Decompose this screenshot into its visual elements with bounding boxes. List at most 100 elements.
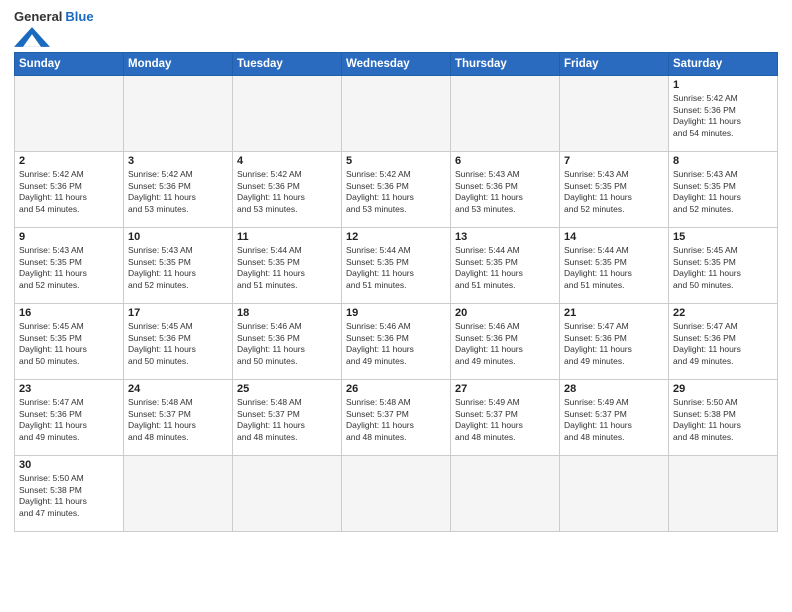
day-info: Sunrise: 5:44 AM Sunset: 5:35 PM Dayligh… [564,245,664,291]
day-info: Sunrise: 5:49 AM Sunset: 5:37 PM Dayligh… [455,397,555,443]
calendar-day-cell: 8 Sunrise: 5:43 AM Sunset: 5:35 PM Daylig… [669,152,778,228]
calendar-day-cell [560,76,669,152]
calendar-day-cell: 18 Sunrise: 5:46 AM Sunset: 5:36 PM Dayli… [233,304,342,380]
day-number: 27 [455,383,555,395]
day-number: 7 [564,155,664,167]
calendar-day-cell: 27 Sunrise: 5:49 AM Sunset: 5:37 PM Dayli… [451,380,560,456]
calendar-day-cell: 1 Sunrise: 5:42 AM Sunset: 5:36 PM Daylig… [669,76,778,152]
day-info: Sunrise: 5:43 AM Sunset: 5:35 PM Dayligh… [19,245,119,291]
day-info: Sunrise: 5:44 AM Sunset: 5:35 PM Dayligh… [237,245,337,291]
calendar-day-cell: 25 Sunrise: 5:48 AM Sunset: 5:37 PM Dayli… [233,380,342,456]
calendar-day-cell [124,456,233,532]
day-number: 25 [237,383,337,395]
calendar-day-cell [342,456,451,532]
day-info: Sunrise: 5:48 AM Sunset: 5:37 PM Dayligh… [237,397,337,443]
day-number: 1 [673,79,773,91]
day-info: Sunrise: 5:49 AM Sunset: 5:37 PM Dayligh… [564,397,664,443]
calendar-day-cell: 28 Sunrise: 5:49 AM Sunset: 5:37 PM Dayli… [560,380,669,456]
calendar-day-cell: 19 Sunrise: 5:46 AM Sunset: 5:36 PM Dayli… [342,304,451,380]
day-info: Sunrise: 5:46 AM Sunset: 5:36 PM Dayligh… [237,321,337,367]
day-info: Sunrise: 5:46 AM Sunset: 5:36 PM Dayligh… [455,321,555,367]
weekday-header-friday: Friday [560,53,669,76]
day-number: 11 [237,231,337,243]
day-info: Sunrise: 5:42 AM Sunset: 5:36 PM Dayligh… [19,169,119,215]
day-info: Sunrise: 5:50 AM Sunset: 5:38 PM Dayligh… [673,397,773,443]
calendar-day-cell [233,76,342,152]
day-info: Sunrise: 5:48 AM Sunset: 5:37 PM Dayligh… [128,397,228,443]
day-number: 8 [673,155,773,167]
header: General Blue [14,10,778,48]
day-number: 9 [19,231,119,243]
day-info: Sunrise: 5:45 AM Sunset: 5:36 PM Dayligh… [128,321,228,367]
calendar-day-cell: 21Sunrise: 5:47 AM Sunset: 5:36 PM Dayli… [560,304,669,380]
day-info: Sunrise: 5:47 AM Sunset: 5:36 PM Dayligh… [564,321,664,367]
calendar-day-cell [124,76,233,152]
calendar-day-cell [451,76,560,152]
calendar-week-row: 2Sunrise: 5:42 AM Sunset: 5:36 PM Daylig… [15,152,778,228]
calendar-day-cell: 6 Sunrise: 5:43 AM Sunset: 5:36 PM Daylig… [451,152,560,228]
calendar-day-cell: 14Sunrise: 5:44 AM Sunset: 5:35 PM Dayli… [560,228,669,304]
day-number: 12 [346,231,446,243]
day-info: Sunrise: 5:42 AM Sunset: 5:36 PM Dayligh… [346,169,446,215]
day-info: Sunrise: 5:44 AM Sunset: 5:35 PM Dayligh… [346,245,446,291]
day-number: 30 [19,459,119,471]
day-number: 20 [455,307,555,319]
calendar-day-cell: 12 Sunrise: 5:44 AM Sunset: 5:35 PM Dayli… [342,228,451,304]
day-number: 28 [564,383,664,395]
day-number: 24 [128,383,228,395]
day-number: 23 [19,383,119,395]
weekday-header-tuesday: Tuesday [233,53,342,76]
calendar-day-cell [560,456,669,532]
day-info: Sunrise: 5:43 AM Sunset: 5:36 PM Dayligh… [455,169,555,215]
day-info: Sunrise: 5:44 AM Sunset: 5:35 PM Dayligh… [455,245,555,291]
day-number: 26 [346,383,446,395]
logo-area: General Blue [14,10,94,48]
calendar-day-cell: 10 Sunrise: 5:43 AM Sunset: 5:35 PM Dayli… [124,228,233,304]
day-info: Sunrise: 5:43 AM Sunset: 5:35 PM Dayligh… [564,169,664,215]
calendar-day-cell: 15Sunrise: 5:45 AM Sunset: 5:35 PM Dayli… [669,228,778,304]
calendar-table: SundayMondayTuesdayWednesdayThursdayFrid… [14,52,778,532]
weekday-header-saturday: Saturday [669,53,778,76]
day-info: Sunrise: 5:46 AM Sunset: 5:36 PM Dayligh… [346,321,446,367]
calendar-day-cell: 9 Sunrise: 5:43 AM Sunset: 5:35 PM Daylig… [15,228,124,304]
generalblue-logo-icon [14,26,50,48]
calendar-day-cell: 30Sunrise: 5:50 AM Sunset: 5:38 PM Dayli… [15,456,124,532]
calendar-week-row: 16 Sunrise: 5:45 AM Sunset: 5:35 PM Dayli… [15,304,778,380]
day-info: Sunrise: 5:43 AM Sunset: 5:35 PM Dayligh… [128,245,228,291]
calendar-week-row: 23 Sunrise: 5:47 AM Sunset: 5:36 PM Dayli… [15,380,778,456]
calendar-day-cell: 3Sunrise: 5:42 AM Sunset: 5:36 PM Daylig… [124,152,233,228]
weekday-header-sunday: Sunday [15,53,124,76]
day-number: 3 [128,155,228,167]
calendar-day-cell: 20 Sunrise: 5:46 AM Sunset: 5:36 PM Dayli… [451,304,560,380]
calendar-day-cell [669,456,778,532]
calendar-day-cell [342,76,451,152]
day-info: Sunrise: 5:42 AM Sunset: 5:36 PM Dayligh… [237,169,337,215]
day-info: Sunrise: 5:43 AM Sunset: 5:35 PM Dayligh… [673,169,773,215]
day-info: Sunrise: 5:45 AM Sunset: 5:35 PM Dayligh… [19,321,119,367]
page: General Blue SundayMondayTuesdayWednesda… [0,0,792,612]
day-info: Sunrise: 5:47 AM Sunset: 5:36 PM Dayligh… [673,321,773,367]
day-number: 16 [19,307,119,319]
calendar-day-cell: 11 Sunrise: 5:44 AM Sunset: 5:35 PM Dayli… [233,228,342,304]
logo-general: General [14,10,62,24]
day-number: 13 [455,231,555,243]
calendar-day-cell: 26 Sunrise: 5:48 AM Sunset: 5:37 PM Dayli… [342,380,451,456]
day-info: Sunrise: 5:47 AM Sunset: 5:36 PM Dayligh… [19,397,119,443]
calendar-day-cell [15,76,124,152]
day-number: 18 [237,307,337,319]
weekday-header-row: SundayMondayTuesdayWednesdayThursdayFrid… [15,53,778,76]
calendar-day-cell: 22Sunrise: 5:47 AM Sunset: 5:36 PM Dayli… [669,304,778,380]
calendar-day-cell [451,456,560,532]
calendar-day-cell: 23 Sunrise: 5:47 AM Sunset: 5:36 PM Dayli… [15,380,124,456]
day-number: 29 [673,383,773,395]
day-info: Sunrise: 5:42 AM Sunset: 5:36 PM Dayligh… [673,93,773,139]
day-number: 4 [237,155,337,167]
day-number: 6 [455,155,555,167]
day-number: 10 [128,231,228,243]
calendar-day-cell [233,456,342,532]
day-number: 19 [346,307,446,319]
calendar-day-cell: 5Sunrise: 5:42 AM Sunset: 5:36 PM Daylig… [342,152,451,228]
calendar-day-cell: 17Sunrise: 5:45 AM Sunset: 5:36 PM Dayli… [124,304,233,380]
calendar-week-row: 9 Sunrise: 5:43 AM Sunset: 5:35 PM Daylig… [15,228,778,304]
day-info: Sunrise: 5:48 AM Sunset: 5:37 PM Dayligh… [346,397,446,443]
